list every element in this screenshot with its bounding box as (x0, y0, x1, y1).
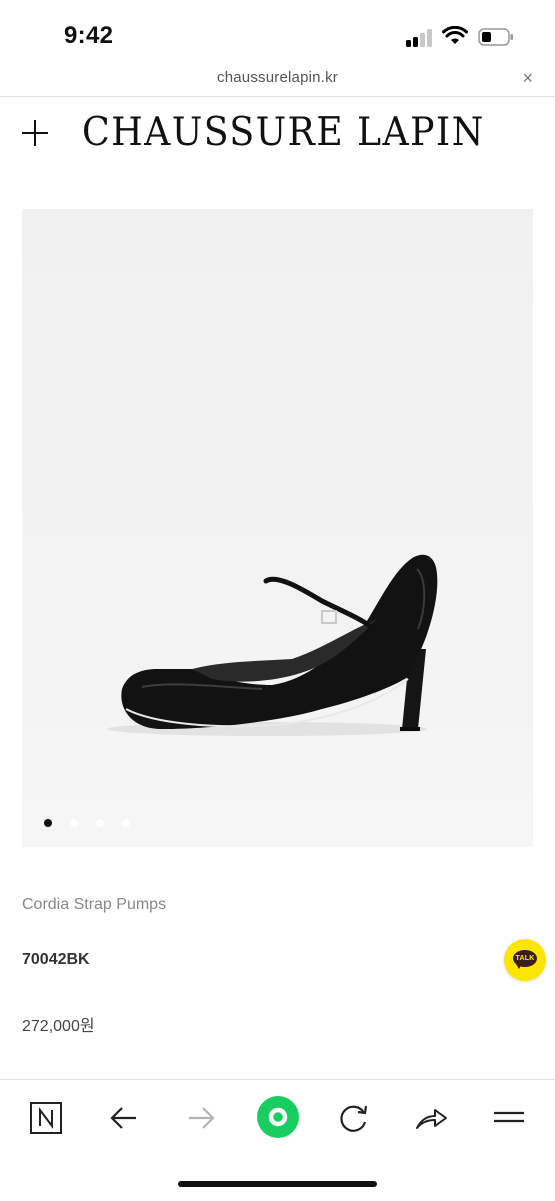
carousel-dot[interactable] (122, 819, 130, 827)
product-image[interactable] (22, 209, 533, 847)
talk-bubble-tail (516, 964, 522, 969)
close-icon[interactable]: × (522, 68, 533, 89)
carousel-dot[interactable] (70, 819, 78, 827)
product-code: 70042BK (22, 951, 90, 968)
shoe-illustration (107, 554, 438, 736)
menu-plus-icon[interactable] (20, 118, 50, 148)
wifi-icon (442, 26, 468, 44)
naver-home-icon[interactable] (26, 1098, 66, 1138)
status-time: 9:42 (64, 22, 114, 49)
carousel-dot[interactable] (96, 819, 104, 827)
green-dot-icon[interactable] (257, 1096, 299, 1138)
battery-icon (478, 28, 513, 46)
kakao-talk-button[interactable]: TALK (504, 939, 546, 981)
signal-icon (406, 29, 434, 47)
reload-icon[interactable] (334, 1098, 374, 1138)
brand-logo[interactable]: CHAUSSURE LAPIN (82, 110, 485, 155)
carousel-dot[interactable] (44, 819, 52, 827)
menu-icon[interactable] (489, 1098, 529, 1138)
product-price: 272,000원 (22, 1018, 95, 1035)
url-text[interactable]: chaussurelapin.kr (0, 69, 555, 86)
back-icon[interactable] (104, 1098, 144, 1138)
home-indicator (178, 1181, 377, 1187)
status-bar: 9:42 (0, 0, 555, 60)
product-name: Cordia Strap Pumps (22, 896, 167, 913)
share-icon[interactable] (411, 1098, 451, 1138)
address-bar[interactable]: chaussurelapin.kr × (0, 60, 555, 97)
forward-icon[interactable] (181, 1098, 221, 1138)
